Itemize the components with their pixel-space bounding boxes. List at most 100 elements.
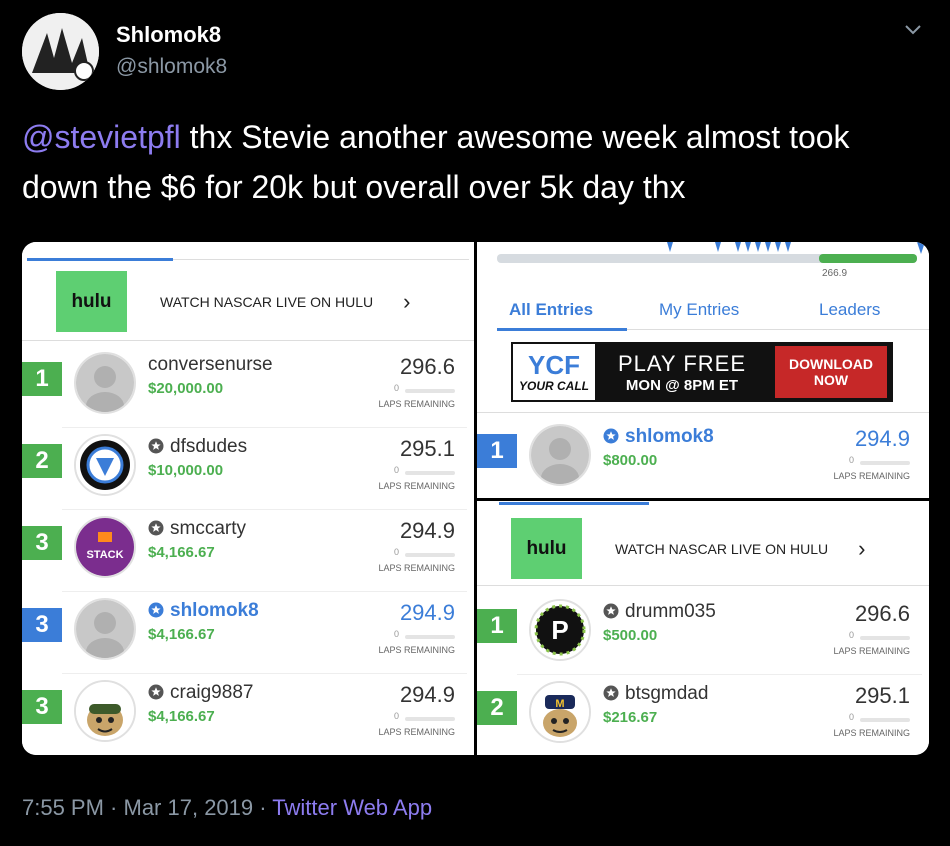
chevron-right-icon: › <box>403 288 411 314</box>
player-avatar: STACK <box>74 516 136 578</box>
player-prize: $500.00 <box>603 627 658 644</box>
leaderboard-row[interactable]: 2 dfsdudes $10,000.00 295.1 0 LAPS REMAINING <box>22 430 467 510</box>
banner-divider <box>477 412 929 413</box>
tweet-media[interactable]: hulu WATCH NASCAR LIVE ON HULU › 1 conver… <box>22 242 929 755</box>
leaderboard-row[interactable]: 2 Mbtsgmdad $216.67 295.1 0 LAPS REMAINING <box>477 677 922 755</box>
chevron-right-icon: › <box>858 535 866 561</box>
hulu-ad[interactable]: hulu WATCH NASCAR LIVE ON HULU › <box>511 518 865 579</box>
banner-sub: MON @ 8PM ET <box>625 376 739 394</box>
author-handle[interactable]: @shlomok8 <box>116 55 227 79</box>
laps-remaining-value: 0 <box>393 547 399 557</box>
laps-remaining-label: LAPS REMAINING <box>378 481 455 491</box>
rank-badge: 2 <box>477 691 517 725</box>
hulu-logo: hulu <box>511 518 582 579</box>
banner-text: PLAY FREE MON @ 8PM ET <box>597 351 767 394</box>
player-score: 294.9 <box>399 518 455 543</box>
tweet-text: @stevietpfl thx Stevie another awesome w… <box>22 112 932 212</box>
player-prize: $4,166.67 <box>148 626 215 643</box>
player-score: 295.1 <box>399 436 455 461</box>
player-score: 296.6 <box>399 354 455 379</box>
star-badge-icon <box>148 600 170 621</box>
tab-underline <box>627 329 929 330</box>
laps-remaining-value: 0 <box>848 630 854 640</box>
laps-remaining-value: 0 <box>848 455 854 465</box>
author-avatar[interactable] <box>22 13 99 90</box>
star-badge-icon <box>603 426 625 447</box>
laps-remaining-label: LAPS REMAINING <box>833 728 910 738</box>
leaderboard-row[interactable]: 3 STACK smccarty $4,166.67 294.9 0 LAPS REMAIN… <box>22 512 467 592</box>
player-name-text: dfsdudes <box>170 436 248 457</box>
chevron-down-icon[interactable] <box>902 18 924 40</box>
laps-remaining-label: LAPS REMAINING <box>833 471 910 481</box>
hulu-logo: hulu <box>56 271 127 332</box>
tab-leaders[interactable]: Leaders <box>819 300 880 320</box>
player-name-text: drumm035 <box>625 601 716 622</box>
player-name-text: shlomok8 <box>625 426 714 447</box>
laps-remaining-value: 0 <box>393 383 399 393</box>
download-now-button[interactable]: DOWNLOAD NOW <box>775 346 887 398</box>
ad-divider <box>22 340 474 341</box>
player-avatar <box>74 680 136 742</box>
right-top-screenshot: 266.9 All Entries My Entries Leaders YCF… <box>477 242 929 500</box>
laps-remaining-label: LAPS REMAINING <box>378 645 455 655</box>
tab-indicator <box>497 328 627 331</box>
star-badge-icon <box>148 518 170 539</box>
tweet-time[interactable]: 7:55 PM <box>22 795 104 820</box>
ycf-banner[interactable]: YCF YOUR CALL PLAY FREE MON @ 8PM ET DOW… <box>511 342 893 402</box>
footer-sep: · <box>253 795 273 820</box>
leaderboard-row[interactable]: 1 shlomok8 $800.00 294.9 0 LAPS REMAINING <box>477 420 922 500</box>
author-name[interactable]: Shlomok8 <box>116 22 221 48</box>
star-badge-icon <box>603 683 625 704</box>
player-name-text: btsgmdad <box>625 683 709 704</box>
row-divider <box>62 427 467 428</box>
player-name-text: smccarty <box>170 518 246 539</box>
tab-indicator <box>499 502 649 505</box>
ad-text: WATCH NASCAR LIVE ON HULU <box>615 540 829 557</box>
progress-value: 266.9 <box>822 268 848 279</box>
laps-remaining-label: LAPS REMAINING <box>378 563 455 573</box>
banner-title: PLAY FREE <box>617 350 746 376</box>
tab-indicator <box>27 258 173 261</box>
tab-all-entries[interactable]: All Entries <box>509 300 593 320</box>
laps-remaining-label: LAPS REMAINING <box>378 399 455 409</box>
progress-markers <box>667 242 925 254</box>
player-name: shlomok8 <box>603 426 714 448</box>
player-name: btsgmdad <box>603 683 708 705</box>
svg-text:M: M <box>555 698 564 710</box>
laps-remaining-value: 0 <box>848 712 854 722</box>
row-divider <box>62 591 467 592</box>
player-score: 295.1 <box>854 683 910 708</box>
leaderboard-row[interactable]: 1 conversenurse $20,000.00 296.6 0 LAPS REMAI… <box>22 348 467 428</box>
leaderboard-row[interactable]: 1 Pdrumm035 $500.00 296.6 0 LAPS REMAINING <box>477 595 922 675</box>
right-bottom-screenshot: hulu WATCH NASCAR LIVE ON HULU › 1 Pdrumm… <box>477 501 929 755</box>
laps-bar <box>405 635 455 639</box>
player-score: 294.9 <box>399 600 455 625</box>
laps-bar <box>860 461 910 465</box>
player-name-text: craig9887 <box>170 682 254 703</box>
laps-remaining-label: LAPS REMAINING <box>833 646 910 656</box>
player-name: shlomok8 <box>148 600 259 622</box>
leaderboard-row[interactable]: 3 craig9887 $4,166.67 294.9 0 LAPS REMAINING <box>22 676 467 755</box>
player-avatar <box>74 598 136 660</box>
leaderboard-row[interactable]: 3 shlomok8 $4,166.67 294.9 0 LAPS REMAINING <box>22 594 467 674</box>
laps-remaining-value: 0 <box>393 711 399 721</box>
hulu-ad[interactable]: hulu WATCH NASCAR LIVE ON HULU › <box>56 271 410 332</box>
rank-badge: 3 <box>22 526 62 560</box>
rank-badge: 1 <box>477 609 517 643</box>
player-name: smccarty <box>148 518 246 540</box>
tweet-date[interactable]: Mar 17, 2019 <box>124 795 254 820</box>
star-badge-icon <box>603 601 625 622</box>
player-name: craig9887 <box>148 682 253 704</box>
player-prize: $216.67 <box>603 709 658 726</box>
row-divider <box>62 673 467 674</box>
player-name: conversenurse <box>148 354 273 376</box>
tweet-source[interactable]: Twitter Web App <box>272 795 432 820</box>
row-divider <box>517 674 922 675</box>
svg-text:P: P <box>551 615 568 645</box>
mention-link[interactable]: @stevietpfl <box>22 119 181 155</box>
star-badge-icon <box>148 682 170 703</box>
rank-badge: 1 <box>22 362 62 396</box>
ad-text: WATCH NASCAR LIVE ON HULU <box>160 293 374 310</box>
tab-my-entries[interactable]: My Entries <box>659 300 739 320</box>
player-prize: $4,166.67 <box>148 708 215 725</box>
